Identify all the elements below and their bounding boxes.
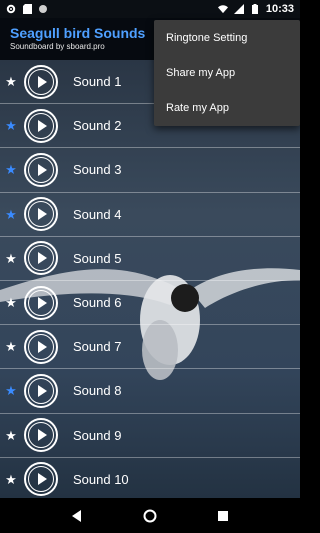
sound-row[interactable]: ★ Sound 8 xyxy=(0,369,300,414)
play-icon xyxy=(37,296,47,309)
sound-list: ★ Sound 1 ★ Sound 2 ★ Sound 3 ★ Sound 4 … xyxy=(0,60,300,502)
gear-icon xyxy=(6,4,16,14)
menu-item-share-app[interactable]: Share my App xyxy=(154,55,300,90)
overflow-menu: Ringtone Setting Share my App Rate my Ap… xyxy=(154,20,300,126)
play-icon xyxy=(37,473,47,486)
play-button[interactable] xyxy=(24,64,58,99)
play-icon xyxy=(37,75,47,88)
sound-row[interactable]: ★ Sound 10 xyxy=(0,458,300,502)
sound-row[interactable]: ★ Sound 3 xyxy=(0,148,300,193)
favorite-star-icon[interactable]: ★ xyxy=(0,429,22,442)
menu-item-rate-app[interactable]: Rate my App xyxy=(154,90,300,125)
sound-label: Sound 8 xyxy=(73,383,122,399)
recents-icon[interactable] xyxy=(213,506,233,526)
wifi-icon xyxy=(217,4,228,14)
play-button[interactable] xyxy=(24,285,58,320)
sound-label: Sound 5 xyxy=(73,250,122,266)
signal-icon xyxy=(233,4,244,14)
play-icon xyxy=(37,429,47,442)
sound-label: Sound 9 xyxy=(73,427,122,443)
favorite-star-icon[interactable]: ★ xyxy=(0,163,22,176)
favorite-star-icon[interactable]: ★ xyxy=(0,252,22,265)
home-icon[interactable] xyxy=(140,506,160,526)
play-button[interactable] xyxy=(24,197,58,232)
status-bar: 10:33 xyxy=(0,0,300,18)
play-button[interactable] xyxy=(24,241,58,276)
battery-icon xyxy=(250,4,260,14)
play-icon xyxy=(37,163,47,176)
play-icon xyxy=(37,252,47,265)
play-icon xyxy=(37,384,47,397)
sound-label: Sound 7 xyxy=(73,339,122,355)
play-button[interactable] xyxy=(24,462,58,497)
favorite-star-icon[interactable]: ★ xyxy=(0,384,22,397)
play-button[interactable] xyxy=(24,373,58,408)
sound-label: Sound 1 xyxy=(73,74,122,90)
sound-row[interactable]: ★ Sound 4 xyxy=(0,193,300,237)
app-screen: 10:33 Seagull bird Sounds Soundboard by … xyxy=(0,0,300,533)
sound-label: Sound 2 xyxy=(73,118,122,134)
play-icon xyxy=(37,119,47,132)
favorite-star-icon[interactable]: ★ xyxy=(0,208,22,221)
sound-label: Sound 4 xyxy=(73,206,122,222)
sound-row[interactable]: ★ Sound 6 xyxy=(0,281,300,326)
navigation-bar xyxy=(0,498,300,533)
play-button[interactable] xyxy=(24,329,58,364)
favorite-star-icon[interactable]: ★ xyxy=(0,75,22,88)
sound-label: Sound 3 xyxy=(73,162,122,178)
favorite-star-icon[interactable]: ★ xyxy=(0,340,22,353)
back-icon[interactable] xyxy=(67,506,87,526)
sound-row[interactable]: ★ Sound 9 xyxy=(0,414,300,458)
play-button[interactable] xyxy=(24,152,58,187)
circle-icon xyxy=(38,4,48,14)
play-icon xyxy=(37,208,47,221)
play-button[interactable] xyxy=(24,418,58,453)
status-time: 10:33 xyxy=(265,3,294,15)
sound-row[interactable]: ★ Sound 7 xyxy=(0,325,300,370)
menu-item-ringtone-setting[interactable]: Ringtone Setting xyxy=(154,20,300,55)
play-icon xyxy=(37,340,47,353)
sound-label: Sound 6 xyxy=(73,295,122,311)
favorite-star-icon[interactable]: ★ xyxy=(0,119,22,132)
favorite-star-icon[interactable]: ★ xyxy=(0,473,22,486)
sound-label: Sound 10 xyxy=(73,471,129,487)
sd-card-icon xyxy=(22,4,32,14)
play-button[interactable] xyxy=(24,108,58,143)
favorite-star-icon[interactable]: ★ xyxy=(0,296,22,309)
sound-row[interactable]: ★ Sound 5 xyxy=(0,237,300,281)
